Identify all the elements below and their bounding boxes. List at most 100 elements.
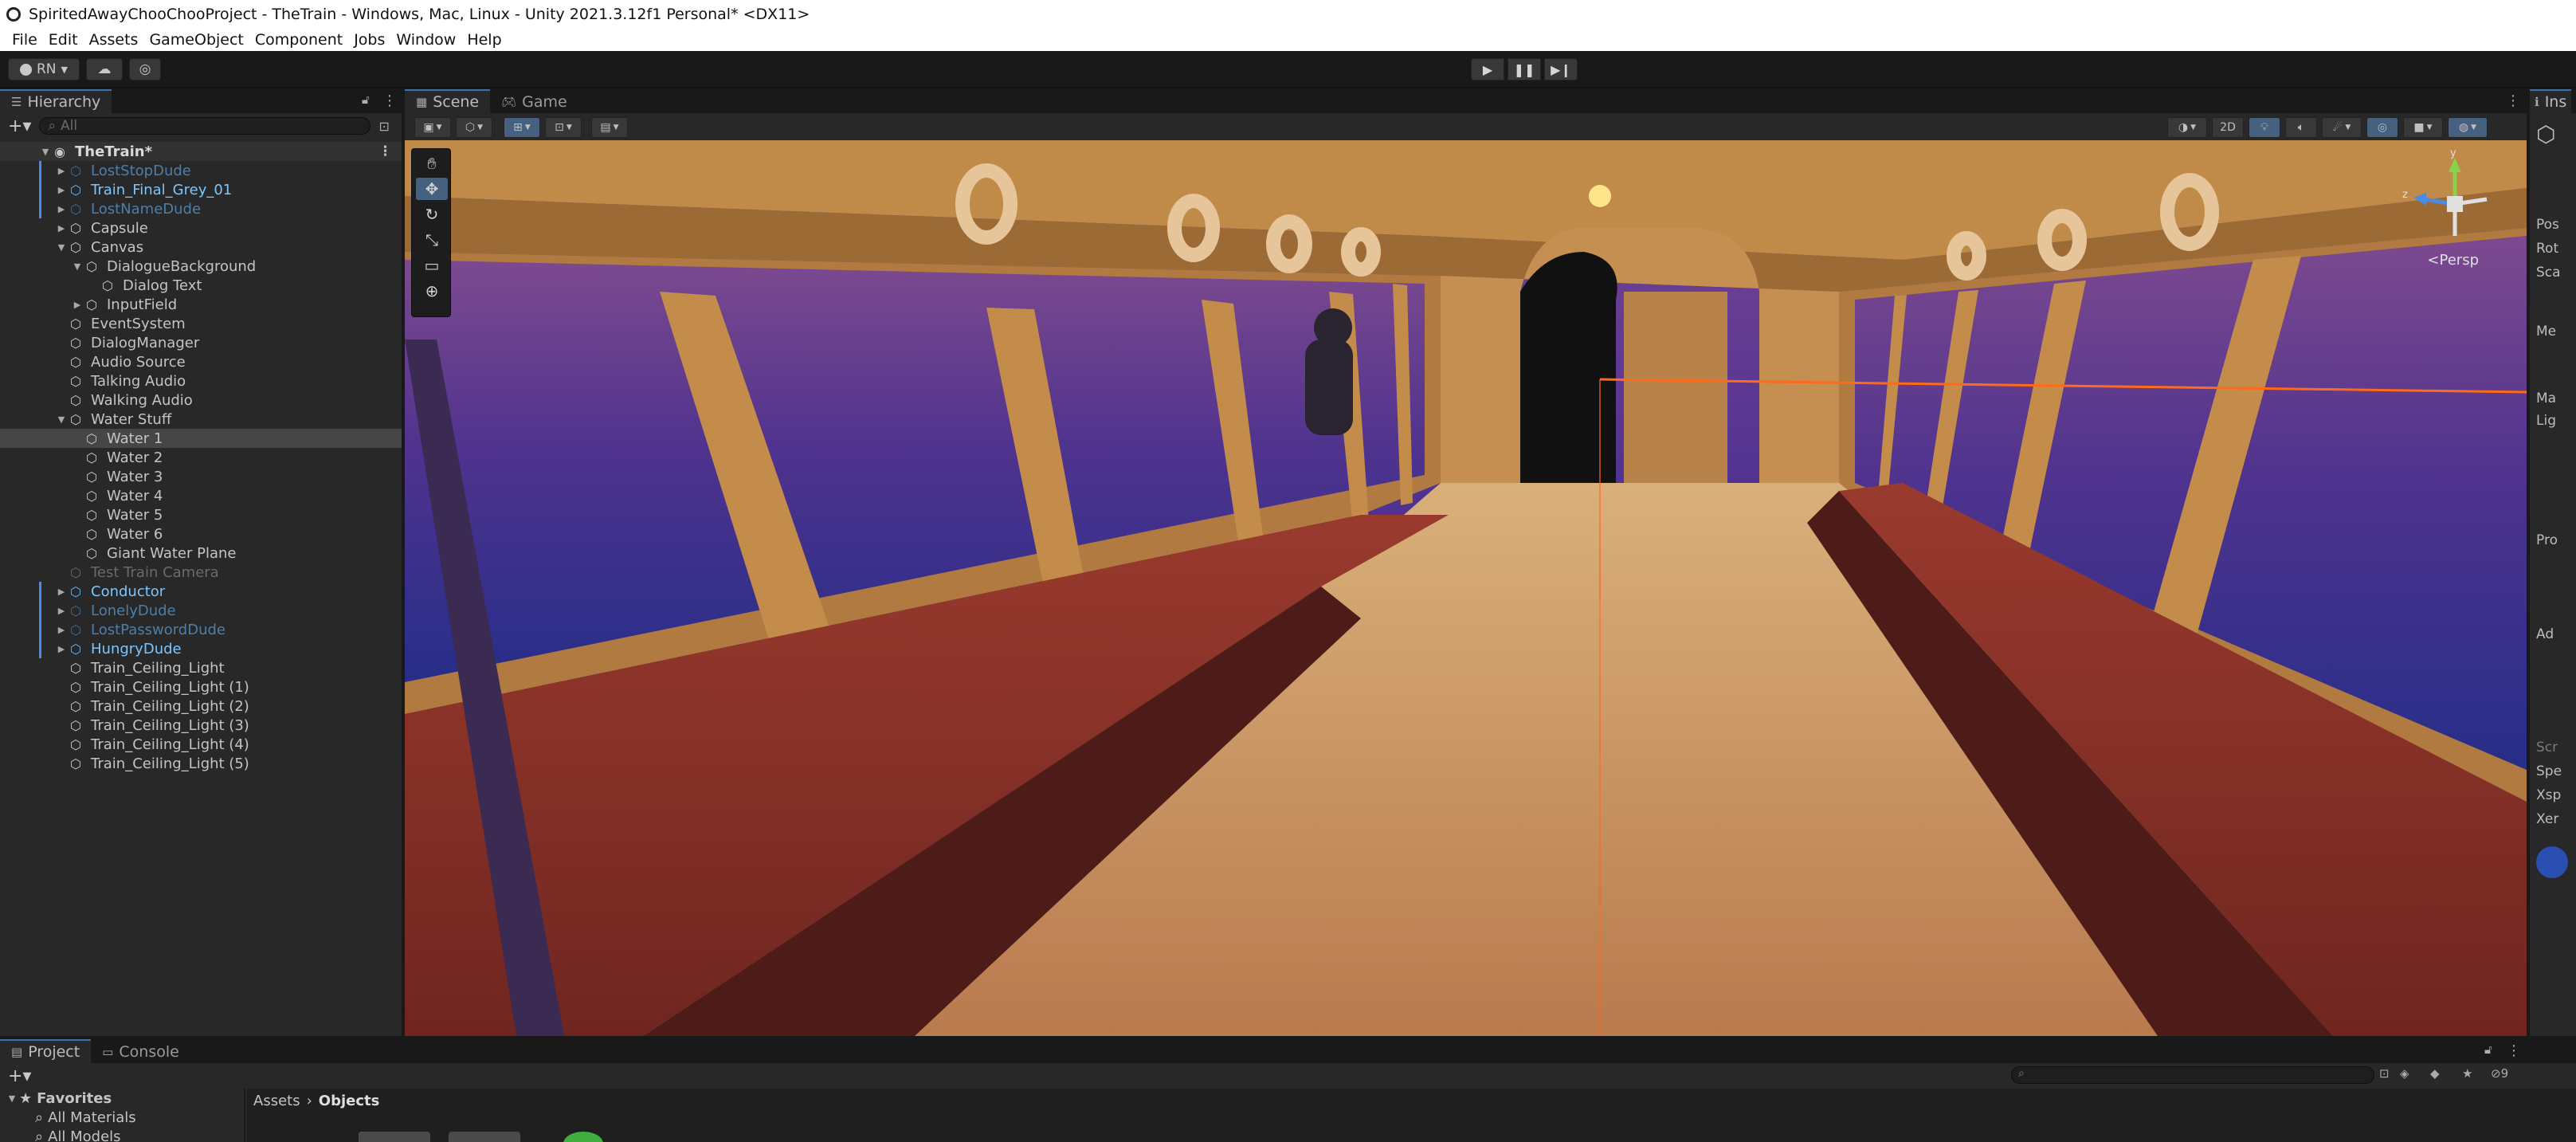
scene-kebab-icon[interactable]: ⋮	[2506, 92, 2520, 109]
favorite-item[interactable]: ⌕ All Models	[0, 1127, 244, 1142]
hierarchy-item[interactable]: ⬡ Train_Ceiling_Light (4)	[0, 735, 402, 754]
increment-snap-toggle[interactable]: ⊡ ▼	[545, 117, 582, 138]
cloud-button[interactable]: ☁	[86, 58, 123, 80]
pause-button[interactable]: ❚❚	[1508, 58, 1541, 80]
lock-icon[interactable]: 🔓︎	[362, 92, 370, 107]
gizmos-dropdown[interactable]: ◍ ▼	[2448, 117, 2488, 138]
hierarchy-item[interactable]: ⬡ Water 2	[0, 448, 402, 467]
asset-thumbnail[interactable]	[359, 1132, 430, 1142]
perspective-label[interactable]: <Persp	[2427, 252, 2479, 269]
expanded-arrow-icon[interactable]: ▼	[56, 242, 67, 253]
scale-tool-button[interactable]: ⤡	[416, 229, 448, 251]
favorites-header[interactable]: ▼ ★ Favorites	[0, 1089, 244, 1108]
pivot-dropdown[interactable]: ⬡ ▼	[456, 117, 492, 138]
menu-window[interactable]: Window	[390, 29, 461, 50]
hierarchy-item[interactable]: ⬡ Water 3	[0, 467, 402, 486]
menu-component[interactable]: Component	[249, 29, 348, 50]
menu-jobs[interactable]: Jobs	[348, 29, 390, 50]
hierarchy-item[interactable]: ⬡ Walking Audio	[0, 390, 402, 410]
hierarchy-item[interactable]: ▶ ⬡ Conductor	[0, 582, 402, 601]
lighting-toggle[interactable]: 💡︎	[2249, 117, 2280, 138]
scene-row[interactable]: ▼ ◉ TheTrain* ⋮	[0, 142, 402, 161]
hierarchy-item[interactable]: ⬡ Audio Source	[0, 352, 402, 371]
hierarchy-item[interactable]: ⬡ Test Train Camera	[0, 563, 402, 582]
hierarchy-item[interactable]: ⬡ Water 6	[0, 524, 402, 544]
label-icon[interactable]: ◆	[2430, 1066, 2440, 1081]
hierarchy-item[interactable]: ▶ ⬡ HungryDude	[0, 639, 402, 658]
draw-mode-dropdown[interactable]: ▣ ▼	[414, 117, 451, 138]
collapsed-arrow-icon[interactable]: ▶	[56, 606, 67, 616]
hierarchy-item[interactable]: ⬡ Train_Ceiling_Light	[0, 658, 402, 677]
asset-thumbnail[interactable]	[449, 1132, 520, 1142]
menu-help[interactable]: Help	[461, 29, 507, 50]
tab-inspector[interactable]: ℹ Ins	[2530, 89, 2572, 113]
camera-dropdown[interactable]: ■ ▼	[2403, 117, 2443, 138]
breadcrumb-assets[interactable]: Assets	[253, 1093, 300, 1109]
search-by-type-icon[interactable]: ⊡	[2379, 1066, 2390, 1081]
tab-scene[interactable]: ▦ Scene	[405, 89, 491, 113]
hierarchy-item[interactable]: ⬡ Train_Ceiling_Light (5)	[0, 754, 402, 773]
hierarchy-search-input[interactable]: ⌕ All	[39, 117, 371, 135]
collapsed-arrow-icon[interactable]: ▶	[56, 587, 67, 597]
hierarchy-item[interactable]: ⬡ Train_Ceiling_Light (2)	[0, 697, 402, 716]
hierarchy-item[interactable]: ▼ ⬡ DialogueBackground	[0, 257, 402, 276]
tab-project[interactable]: ▤ Project	[0, 1039, 92, 1063]
orientation-gizmo[interactable]: y z	[2399, 147, 2511, 268]
hierarchy-item[interactable]: ⬡ Train_Ceiling_Light (3)	[0, 716, 402, 735]
render-dropdown[interactable]: ▤ ▼	[591, 117, 628, 138]
hierarchy-item[interactable]: ▶ ⬡ LostPasswordDude	[0, 620, 402, 639]
collapsed-arrow-icon[interactable]: ▶	[72, 300, 83, 310]
create-button[interactable]: +▾	[8, 116, 31, 136]
audio-toggle[interactable]: 🔈︎	[2285, 117, 2317, 138]
expanded-arrow-icon[interactable]: ▼	[40, 147, 51, 157]
expanded-arrow-icon[interactable]: ▼	[72, 261, 83, 272]
favorite-star-icon[interactable]: ★	[2462, 1066, 2472, 1081]
collapsed-arrow-icon[interactable]: ▶	[56, 185, 67, 195]
toggle-2d-button[interactable]: 2D	[2212, 117, 2244, 138]
expanded-arrow-icon[interactable]: ▼	[56, 414, 67, 425]
hierarchy-item[interactable]: ⬡ Dialog Text	[0, 276, 402, 295]
hierarchy-item[interactable]: ▼ ⬡ Water Stuff	[0, 410, 402, 429]
rotate-tool-button[interactable]: ↻	[416, 203, 448, 226]
hierarchy-item[interactable]: ▼ ⬡ Canvas	[0, 237, 402, 257]
step-button[interactable]: ▶❙	[1544, 58, 1578, 80]
grid-snap-toggle[interactable]: ⊞ ▼	[504, 117, 540, 138]
project-kebab-icon[interactable]: ⋮	[2507, 1042, 2521, 1059]
collapsed-arrow-icon[interactable]: ▶	[56, 625, 67, 635]
tab-console[interactable]: ▭ Console	[91, 1039, 190, 1063]
play-button[interactable]: ▶	[1471, 58, 1504, 80]
project-lock-icon[interactable]: 🔓︎	[2484, 1042, 2492, 1057]
asset-thumbnail[interactable]	[563, 1132, 603, 1142]
search-options-icon[interactable]: ⊡	[378, 119, 389, 134]
hand-tool-button[interactable]: ✋︎	[416, 152, 448, 175]
breadcrumb-objects[interactable]: Objects	[319, 1093, 380, 1109]
effects-dropdown[interactable]: ☄ ▼	[2322, 117, 2362, 138]
scene-viewport[interactable]: ✋︎ ✥ ↻ ⤡ ▭ ⊕ y z <Persp	[405, 140, 2527, 1036]
account-button[interactable]: RN ▼	[8, 58, 80, 80]
collab-button[interactable]: ◎	[129, 58, 161, 80]
hierarchy-item[interactable]: ▶ ⬡ LostStopDude	[0, 161, 402, 180]
hierarchy-item[interactable]: ⬡ Water 1	[0, 429, 402, 448]
collapsed-arrow-icon[interactable]: ▶	[56, 204, 67, 214]
expanded-arrow-icon[interactable]: ▼	[5, 1093, 19, 1104]
tab-hierarchy[interactable]: ☰ Hierarchy	[0, 89, 112, 113]
hierarchy-item[interactable]: ▶ ⬡ InputField	[0, 295, 402, 314]
filter-type-icon[interactable]: ◈	[2400, 1066, 2409, 1081]
menu-assets[interactable]: Assets	[84, 29, 144, 50]
shading-mode-dropdown[interactable]: ◑ ▼	[2167, 117, 2207, 138]
hierarchy-item[interactable]: ⬡ Talking Audio	[0, 371, 402, 390]
menu-edit[interactable]: Edit	[43, 29, 84, 50]
hierarchy-item[interactable]: ⬡ Water 5	[0, 505, 402, 524]
hierarchy-item[interactable]: ▶ ⬡ LonelyDude	[0, 601, 402, 620]
scene-kebab-icon[interactable]: ⋮	[378, 143, 392, 159]
menu-file[interactable]: File	[6, 29, 43, 50]
project-search-input[interactable]: ⌕	[2011, 1066, 2374, 1084]
rect-tool-button[interactable]: ▭	[416, 254, 448, 277]
tab-game[interactable]: 🎮︎ Game	[490, 89, 578, 113]
project-create-button[interactable]: +▾	[8, 1066, 31, 1086]
move-tool-button[interactable]: ✥	[416, 178, 448, 200]
hierarchy-item[interactable]: ⬡ EventSystem	[0, 314, 402, 333]
kebab-menu-icon[interactable]: ⋮	[382, 92, 397, 109]
scene-visibility-toggle[interactable]: ◎	[2366, 117, 2398, 138]
hierarchy-item[interactable]: ▶ ⬡ Capsule	[0, 218, 402, 237]
